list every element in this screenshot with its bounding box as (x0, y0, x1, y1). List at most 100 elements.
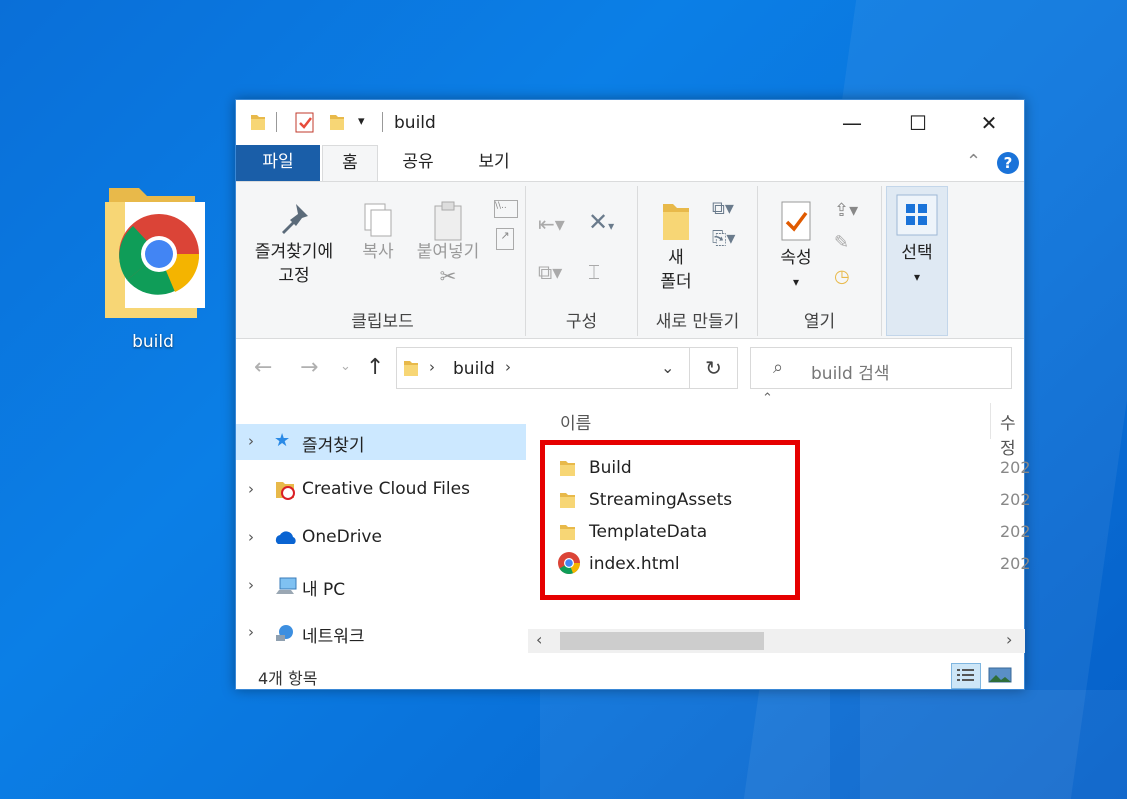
easy-access-icon[interactable]: ⎘▾ (712, 228, 735, 249)
refresh-icon: ↻ (705, 356, 722, 380)
quick-access-dropdown-icon[interactable]: ▾ (358, 114, 365, 129)
window-title: build (394, 113, 436, 133)
new-folder-quick-icon[interactable] (329, 112, 345, 132)
open-icon[interactable]: ⇪▾ (834, 200, 858, 221)
title-bar: ▾ build — ☐ ✕ (236, 100, 1024, 146)
rename-icon[interactable]: ⌶ (588, 260, 600, 284)
chevron-right-icon[interactable]: › (248, 623, 254, 641)
group-open-label: 열기 (803, 312, 836, 332)
address-path[interactable]: build (453, 359, 495, 379)
up-arrow-icon[interactable]: ↑ (366, 355, 384, 380)
history-icon[interactable]: ◷ (834, 266, 850, 287)
recent-locations-icon[interactable]: ⌄ (340, 359, 351, 374)
new-item-icon[interactable]: ⧉▾ (712, 198, 734, 219)
highlight-box (540, 440, 800, 600)
close-button[interactable]: ✕ (966, 100, 1012, 146)
star-icon: ★ (274, 430, 291, 451)
group-new: 새 폴더 ⧉▾ ⎘▾ 새로 만들기 (638, 186, 758, 336)
column-header-modified[interactable]: 수정 (1000, 409, 1025, 459)
network-icon (274, 623, 296, 643)
properties-button[interactable]: 속성 ▾ (768, 200, 824, 294)
properties-icon (768, 200, 824, 246)
back-arrow-icon[interactable]: ← (254, 355, 272, 380)
address-history-dropdown-icon[interactable]: ⌄ (661, 358, 674, 377)
file-date: 202 (1000, 522, 1031, 541)
nav-item-label: OneDrive (302, 527, 382, 547)
desktop-build-folder[interactable]: build (92, 182, 214, 352)
nav-item-label: Creative Cloud Files (302, 479, 470, 499)
pin-icon (244, 200, 344, 240)
status-bar: 4개 항목 (236, 657, 1024, 691)
search-placeholder: build 검색 (811, 364, 890, 384)
address-bar[interactable]: › build › ⌄ (396, 347, 690, 389)
maximize-button[interactable]: ☐ (895, 100, 941, 146)
desktop-icon-label: build (132, 332, 174, 352)
paste-shortcut-icon[interactable]: ↗ (496, 228, 514, 250)
new-folder-icon (644, 200, 708, 246)
properties-quick-icon[interactable] (295, 111, 315, 133)
tab-view[interactable]: 보기 (466, 145, 522, 181)
computer-icon (274, 576, 297, 596)
help-icon[interactable]: ? (997, 152, 1019, 174)
large-icons-view-icon[interactable] (988, 665, 1012, 685)
scrollbar-thumb[interactable] (560, 632, 764, 650)
column-divider (990, 403, 991, 439)
chevron-right-icon[interactable]: › (429, 358, 435, 376)
pin-to-quick-access-button[interactable]: 즐겨찾기에 고정 (244, 200, 344, 288)
chevron-right-icon[interactable]: › (248, 480, 254, 498)
navigation-pane: › ★ 즐겨찾기 › Creative Cloud Files › OneDri… (236, 397, 528, 657)
chevron-right-icon[interactable]: › (248, 432, 254, 450)
folder-icon (403, 358, 419, 378)
collapse-ribbon-icon[interactable]: ⌃ (966, 151, 981, 172)
group-new-label: 새로 만들기 (655, 312, 740, 332)
horizontal-scrollbar[interactable]: ‹ › (528, 629, 1025, 653)
nav-item-network[interactable]: › 네트워크 (236, 615, 526, 651)
new-folder-button[interactable]: 새 폴더 (644, 200, 708, 294)
nav-item-label: 즐겨찾기 (302, 436, 365, 456)
scroll-right-icon[interactable]: › (1006, 630, 1012, 649)
details-view-icon[interactable] (951, 663, 981, 689)
column-header-name[interactable]: 이름 (560, 409, 591, 434)
copy-button[interactable]: 복사 (350, 200, 406, 264)
explorer-window: ▾ build — ☐ ✕ 파일 홈 공유 보기 ⌃ ? 즐겨찾기에 고정 복사… (235, 99, 1031, 691)
delete-icon[interactable]: ✕▾ (588, 208, 614, 236)
copy-to-icon[interactable]: ⧉▾ (538, 260, 562, 284)
group-clipboard: 즐겨찾기에 고정 복사 붙여넣기 ✂ \\.. ↗ 클립보드 (240, 186, 526, 336)
search-input[interactable]: ⌕ build 검색 (750, 347, 1012, 389)
address-row: ← → ⌄ ↑ › build › ⌄ ↻ ⌕ build 검색 (236, 339, 1024, 397)
nav-item-label: 네트워크 (302, 627, 365, 647)
chevron-right-icon[interactable]: › (248, 576, 254, 594)
separator (382, 112, 383, 132)
select-label: 선택 (901, 243, 933, 263)
copy-path-icon[interactable]: \\.. (494, 200, 518, 218)
nav-item-favorites[interactable]: › ★ 즐겨찾기 (236, 424, 526, 460)
edit-icon[interactable]: ✎ (834, 232, 849, 253)
properties-dropdown-icon: ▾ (792, 275, 800, 289)
copy-icon (350, 200, 406, 240)
chevron-right-icon[interactable]: › (505, 358, 511, 376)
pin-label-2: 고정 (278, 266, 310, 286)
move-to-icon[interactable]: ⇤▾ (538, 212, 565, 236)
nav-item-label: 내 PC (302, 580, 346, 600)
minimize-button[interactable]: — (829, 100, 875, 146)
paste-button[interactable]: 붙여넣기 ✂ (408, 200, 488, 288)
separator (276, 112, 277, 132)
tab-file[interactable]: 파일 (236, 145, 320, 181)
forward-arrow-icon[interactable]: → (300, 355, 318, 380)
sort-ascending-icon: ⌃ (762, 391, 773, 406)
group-clipboard-label: 클립보드 (351, 312, 414, 332)
tab-home[interactable]: 홈 (322, 145, 378, 181)
creative-cloud-folder-icon (274, 480, 296, 500)
search-icon: ⌕ (773, 357, 784, 378)
group-open: 속성 ▾ ⇪▾ ✎ ◷ 열기 (758, 186, 882, 336)
nav-item-creative-cloud[interactable]: › Creative Cloud Files (236, 472, 526, 508)
select-button[interactable]: 선택 ▾ (891, 193, 943, 289)
paste-label: 붙여넣기 (416, 242, 480, 262)
nav-item-this-pc[interactable]: › 내 PC (236, 568, 526, 604)
refresh-button[interactable]: ↻ (690, 347, 738, 389)
chevron-right-icon[interactable]: › (248, 528, 254, 546)
tab-share[interactable]: 공유 (390, 145, 446, 181)
copy-label: 복사 (362, 242, 394, 262)
nav-item-onedrive[interactable]: › OneDrive (236, 520, 526, 556)
scroll-left-icon[interactable]: ‹ (536, 630, 542, 649)
